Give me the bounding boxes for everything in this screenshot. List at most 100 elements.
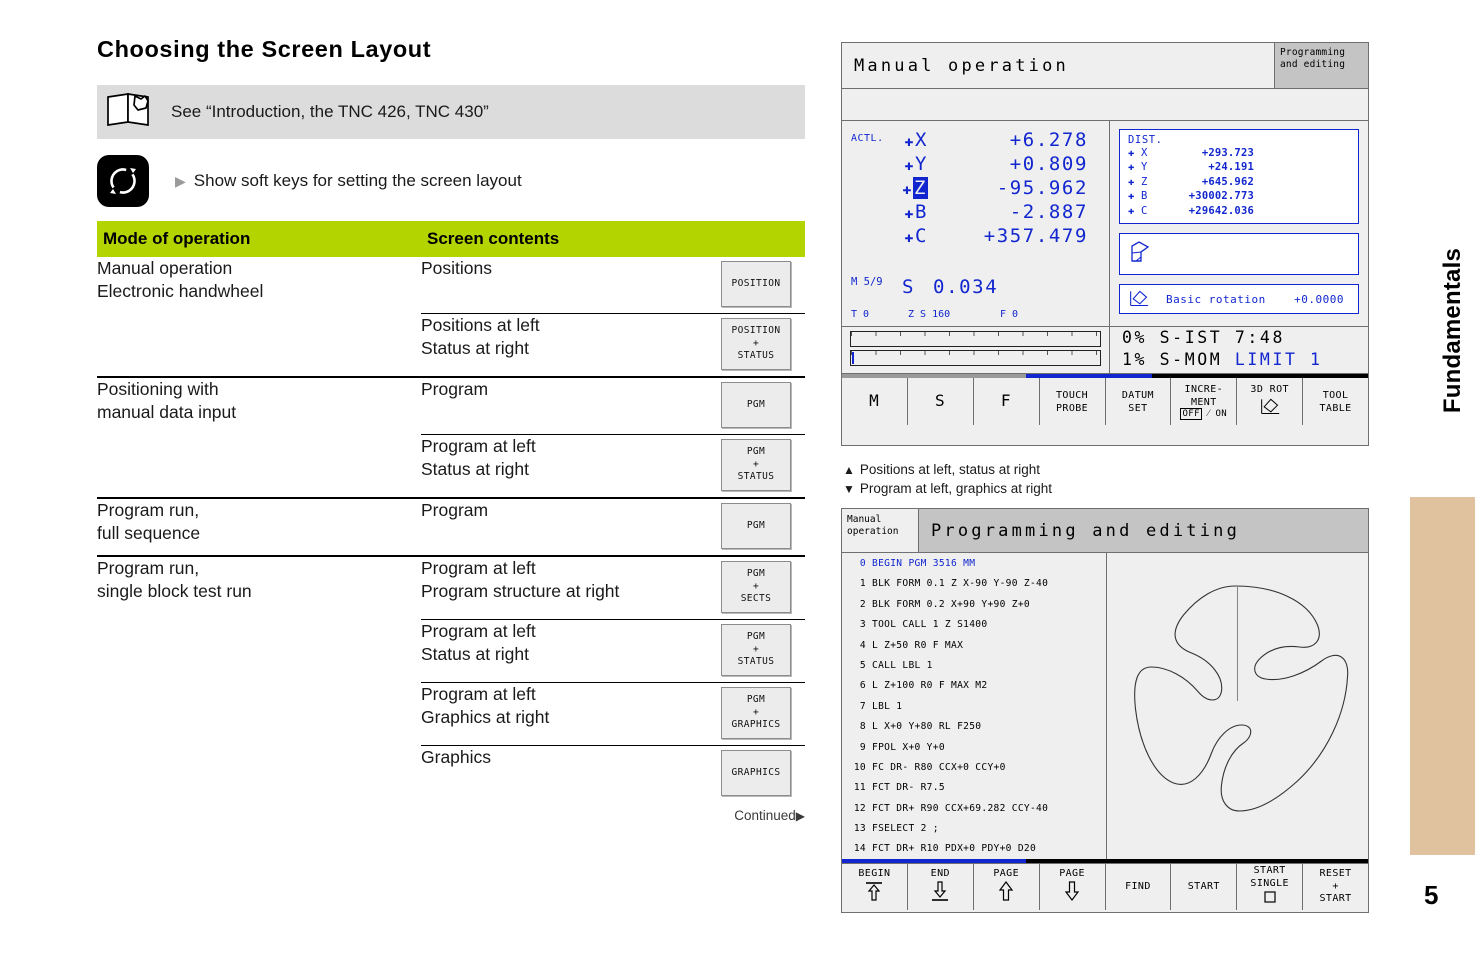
softkey-label: PAGE (1059, 867, 1085, 879)
program-line-text: FSELECT 2 ; (872, 823, 939, 835)
softkey-button[interactable]: PGM + STATUS (721, 624, 791, 676)
softkey-indicator-strip-2 (842, 859, 1368, 863)
continued-marker: Continued▶ (734, 808, 805, 823)
dist-value: +293.723 (1201, 147, 1254, 159)
program-line-text: BLK FORM 0.1 Z X-90 Y-90 Z-40 (872, 578, 1049, 590)
softkey-button[interactable]: PGM (721, 382, 791, 428)
softkey-datum[interactable]: DATUM SET (1105, 378, 1172, 425)
softkey-begin[interactable]: BEGIN (842, 864, 908, 910)
softkey-button[interactable]: POSITION + STATUS (721, 318, 791, 370)
tilted-plane-icon (1128, 239, 1154, 269)
sist-line-2: 1% S-MOM LIMIT 1 (1122, 349, 1368, 371)
softkey-reset[interactable]: RESET + START (1303, 864, 1368, 910)
softkey-page[interactable]: PAGE (1039, 864, 1106, 910)
program-line[interactable]: 6 L Z+100 R0 F MAX M2 (848, 681, 1106, 701)
sist-label: S-IST (1159, 328, 1223, 347)
program-line-number: 5 (859, 659, 866, 671)
dist-value: +29642.036 (1188, 204, 1254, 217)
program-line[interactable]: 2 BLK FORM 0.2 X+90 Y+90 Z+0 (848, 599, 1106, 620)
sist-pct: 0% (1122, 328, 1148, 347)
program-line[interactable]: 11 FCT DR- R7.5 (848, 783, 1106, 803)
softkey-cell: PGM + STATUS (721, 434, 806, 498)
tool-label: T 0 (851, 309, 870, 320)
spindle-override-bar (850, 350, 1101, 366)
arrow-down-to-line-icon (930, 880, 950, 907)
softkey-3d-rot[interactable]: 3D ROT (1237, 378, 1304, 425)
limit-badge: LIMIT 1 (1234, 350, 1323, 370)
sist-value: 7:48 (1234, 328, 1285, 347)
tnc2-softkey-row: BEGIN END PAGE PAGE FIND START START SINGLE RESE… (842, 863, 1368, 910)
program-line-text: TOOL CALL 1 Z S1400 (872, 619, 988, 631)
program-line-number: 0 (859, 558, 866, 569)
tilted-plane-icon (1259, 396, 1281, 420)
program-line[interactable]: 8 L X+0 Y+80 RL F250 (848, 722, 1106, 742)
dist-row: ✚ X +293.723 (1128, 146, 1352, 160)
softkey-start[interactable]: START SINGLE (1237, 864, 1304, 910)
softkey-cell: PGM + STATUS (721, 619, 806, 683)
softkey-m[interactable]: M (842, 378, 908, 425)
softkey-cell: PGM + GRAPHICS (721, 682, 806, 746)
program-line[interactable]: 0 BEGIN PGM 3516 MM (848, 559, 1106, 579)
softkey-label: FIND (1125, 880, 1151, 892)
softkey-end[interactable]: END (907, 864, 974, 910)
softkey-button[interactable]: PGM + SECTS (721, 561, 791, 613)
program-line[interactable]: 3 TOOL CALL 1 Z S1400 (848, 620, 1106, 640)
program-line-text: FCT DR+ R90 CCX+69.282 CCY-40 (872, 802, 1049, 814)
tnc-body: ACTL. ✚X +6.278 ✚Y +0.809 ✚Z -95.962 ✚B -2.887 ✚… (842, 121, 1368, 326)
page-number: 5 (1424, 880, 1439, 910)
increment-toggle[interactable]: OFF ⁄ ON (1180, 407, 1227, 421)
program-line[interactable]: 4 L Z+50 R0 F MAX (848, 640, 1106, 661)
softkey-note-row: ▶ Show soft keys for setting the screen … (97, 153, 809, 209)
softkey-label: START (1319, 893, 1352, 905)
square-icon (1263, 890, 1277, 909)
program-line[interactable]: 13 FSELECT 2 ; (848, 824, 1106, 844)
mode-cell: Manual operation Electronic handwheel (97, 258, 264, 302)
program-line-number: 7 (859, 700, 866, 712)
caption-line-2: Program at left, graphics at right (859, 481, 1052, 497)
softkey-button[interactable]: GRAPHICS (721, 750, 791, 796)
softkey-button[interactable]: PGM + STATUS (721, 439, 791, 491)
softkey-cell: GRAPHICS (721, 745, 806, 802)
softkey-tool[interactable]: TOOL TABLE (1303, 378, 1368, 425)
axis-label: ✚B (904, 201, 928, 223)
program-line-number: 10 (853, 761, 866, 773)
dist-value: +24.191 (1208, 161, 1254, 174)
left-content-column: Choosing the Screen Layout See “Introduc… (97, 36, 809, 823)
table-row: Positions at left Status at right POSITION… (97, 313, 806, 377)
graphics-pane (1107, 553, 1368, 859)
axis-row: ✚Y +0.809 (842, 153, 1109, 177)
softkey-page[interactable]: PAGE (973, 864, 1040, 910)
softkey-button[interactable]: PGM (721, 503, 791, 549)
softkey-touch[interactable]: TOUCH PROBE (1039, 378, 1106, 425)
softkey-s[interactable]: S (907, 378, 974, 425)
screen-layout-key-icon[interactable] (97, 155, 149, 207)
softkey-f[interactable]: F (973, 378, 1040, 425)
softkey-start[interactable]: START (1171, 864, 1238, 910)
softkey-label: BEGIN (858, 867, 891, 879)
smom-label: S-MOM (1159, 350, 1223, 370)
softkey-label: TOOL (1322, 389, 1349, 401)
program-listing-pane[interactable]: 0 BEGIN PGM 3516 MM 1 BLK FORM 0.1 Z X-90 Y… (842, 553, 1107, 859)
softkey-label: TOUCH (1056, 389, 1089, 401)
program-line[interactable]: 9 FPOL X+0 Y+0 (848, 742, 1106, 763)
softkey-incre-[interactable]: INCRE- MENT OFF ⁄ ON (1171, 378, 1238, 425)
tnc-mode-secondary[interactable]: Programming and editing (1274, 43, 1368, 88)
program-line[interactable]: 7 LBL 1 (848, 700, 1106, 722)
softkey-find[interactable]: FIND (1105, 864, 1172, 910)
axis-row: ✚Z -95.962 (842, 177, 1109, 201)
mode-cell: Program run, single block test run (97, 555, 421, 620)
program-line[interactable]: 5 CALL LBL 1 (848, 661, 1106, 681)
softkey-button[interactable]: PGM + GRAPHICS (721, 687, 791, 739)
program-line[interactable]: 10 FC DR- R80 CCX+0 CCY+0 (848, 763, 1106, 783)
softkey-button[interactable]: POSITION (721, 261, 791, 307)
program-line[interactable]: 1 BLK FORM 0.1 Z X-90 Y-90 Z-40 (848, 579, 1106, 599)
tnc2-mode-secondary[interactable]: Manual operation (842, 509, 919, 552)
arrow-up-to-line-icon (864, 880, 884, 907)
spindle-value: 0.034 (933, 276, 999, 298)
softkey-label: START (1253, 865, 1286, 877)
softkey-label: + (1332, 880, 1339, 892)
program-line[interactable]: 12 FCT DR+ R90 CCX+69.282 CCY-40 (848, 802, 1106, 824)
mode-cell (97, 435, 421, 499)
axis-cross-icon: ✚ (904, 228, 915, 246)
bullet-triangle-icon: ▶ (175, 173, 186, 189)
